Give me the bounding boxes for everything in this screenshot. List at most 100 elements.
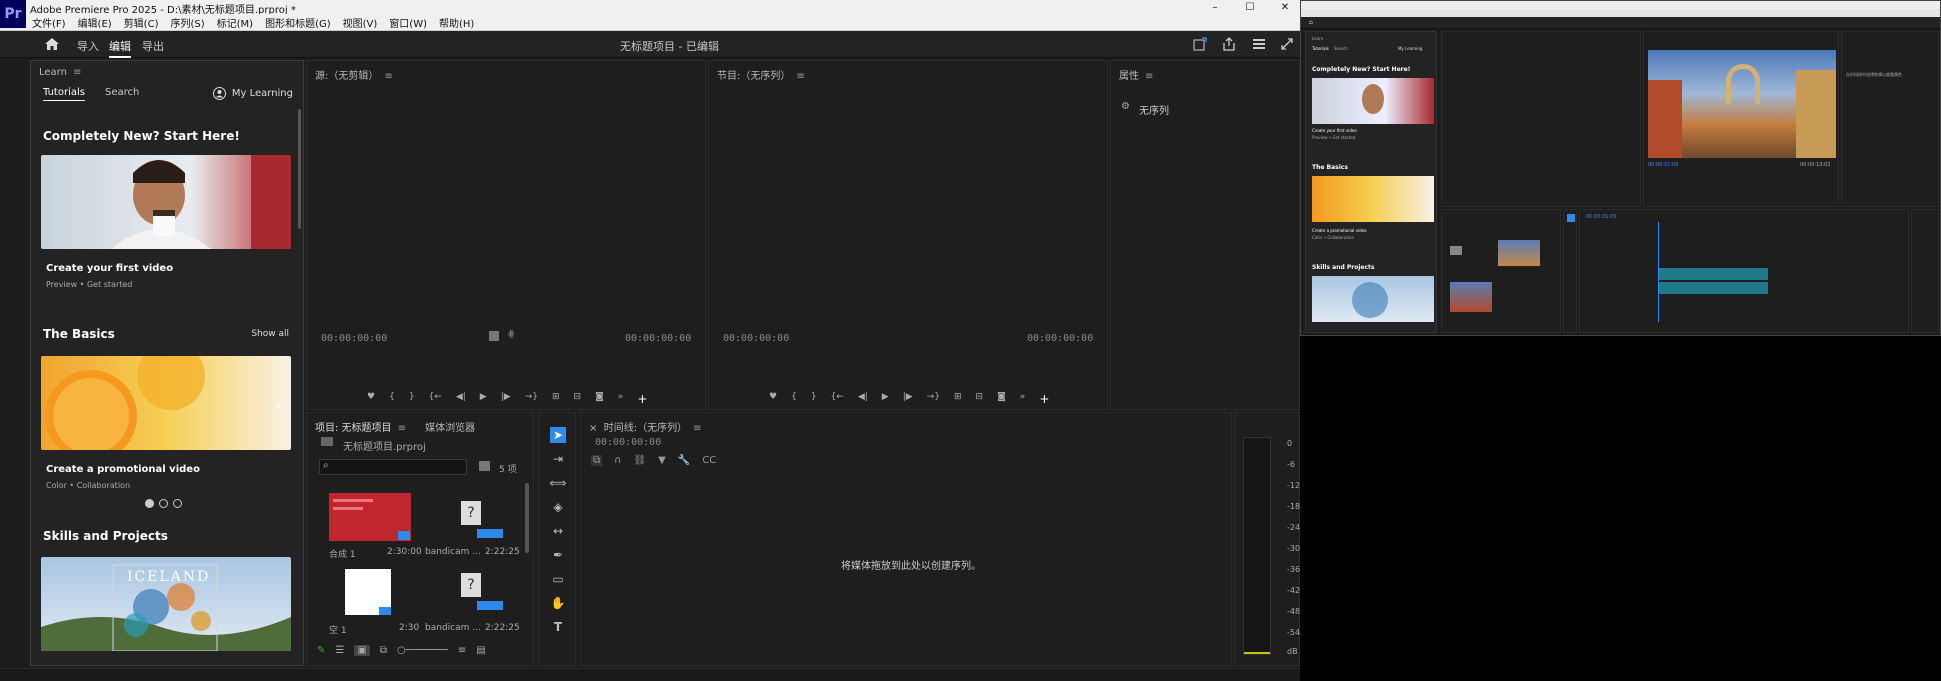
snap-icon[interactable]: ∩	[614, 455, 621, 466]
goto-in-icon[interactable]: {←	[831, 392, 844, 406]
menu-sequence[interactable]: 序列(S)	[170, 15, 204, 30]
card-title[interactable]: Create your first video	[46, 263, 173, 274]
mark-in-icon[interactable]: {	[791, 392, 797, 406]
marker-icon[interactable]: ♥	[367, 392, 375, 406]
more-icon[interactable]: »	[618, 392, 624, 406]
maximize-button[interactable]: ☐	[1235, 0, 1265, 14]
menu-graphics[interactable]: 图形和标题(G)	[265, 15, 331, 30]
my-learning-button[interactable]: My Learning	[212, 87, 293, 100]
mark-in-icon[interactable]: {	[389, 392, 395, 406]
program-timecode[interactable]: 00:00:00:00	[723, 333, 789, 344]
tab-media-browser[interactable]: 媒体浏览器	[425, 423, 475, 434]
goto-out-icon[interactable]: →}	[525, 392, 538, 406]
more-icon[interactable]: »	[1020, 392, 1026, 406]
step-forward-icon[interactable]: |▶	[903, 392, 913, 406]
thumbnail-empty[interactable]	[345, 569, 391, 615]
project-search-input[interactable]: ⌕	[319, 459, 467, 475]
close-button[interactable]: ✕	[1270, 0, 1300, 14]
hand-icon[interactable]: ✋	[550, 595, 566, 611]
fullscreen-icon[interactable]	[1280, 37, 1294, 51]
freeform-view-icon[interactable]: ⧉	[380, 645, 387, 656]
new-bin-icon[interactable]	[479, 461, 490, 471]
zoom-slider[interactable]: ○───────	[397, 645, 448, 656]
carousel-dot[interactable]	[159, 499, 168, 508]
card-image-promo-video[interactable]	[41, 356, 291, 450]
workspace-menu-icon[interactable]	[1252, 37, 1266, 51]
add-marker-icon[interactable]: ▼	[658, 455, 666, 466]
home-icon[interactable]	[44, 37, 60, 51]
wrench-icon[interactable]: 🔧	[678, 455, 690, 466]
chevron-right-icon[interactable]: ›	[275, 395, 281, 414]
ripple-edit-icon[interactable]: ⟺	[549, 475, 566, 491]
step-back-icon[interactable]: ◀|	[858, 392, 868, 406]
share-icon[interactable]	[1222, 37, 1236, 51]
razor-icon[interactable]: ◈	[550, 499, 566, 515]
tab-import[interactable]: 导入	[77, 38, 99, 54]
settings-icon[interactable]: ⋕	[507, 329, 515, 340]
thumbnail-bandicam[interactable]: ?	[433, 493, 515, 541]
tab-edit[interactable]: 编辑	[109, 38, 131, 58]
menu-edit[interactable]: 编辑(E)	[78, 15, 112, 30]
thumbnail-bandicam-2[interactable]: ?	[433, 569, 515, 617]
list-view-icon[interactable]: ☰	[335, 645, 344, 656]
goto-in-icon[interactable]: {←	[429, 392, 442, 406]
fit-dropdown-icon[interactable]	[489, 331, 499, 341]
captions-icon[interactable]: CC	[702, 455, 716, 466]
card-title[interactable]: Create a promotional video	[46, 464, 200, 475]
project-scrollbar[interactable]	[525, 483, 529, 553]
carousel-dot[interactable]	[173, 499, 182, 508]
card-image-first-video[interactable]	[41, 155, 291, 249]
panel-menu-icon[interactable]: ≡	[796, 71, 804, 82]
carousel-dot[interactable]	[145, 499, 154, 508]
tab-search[interactable]: Search	[105, 87, 139, 101]
mark-out-icon[interactable]: }	[409, 392, 415, 406]
linked-selection-icon[interactable]: ⛓	[633, 455, 646, 466]
camera-icon[interactable]: ◙	[595, 392, 604, 406]
selection-tool-icon[interactable]: ➤	[550, 427, 566, 443]
menu-file[interactable]: 文件(F)	[32, 15, 66, 30]
panel-menu-icon[interactable]: ≡	[693, 423, 701, 434]
add-button-icon[interactable]: +	[1039, 392, 1049, 406]
sort-icon[interactable]: ≡	[458, 645, 466, 656]
track-select-icon[interactable]: ⇥	[550, 451, 566, 467]
menu-clip[interactable]: 剪辑(C)	[124, 15, 159, 30]
overwrite-icon[interactable]: ⊟	[574, 392, 582, 406]
type-tool-icon[interactable]: T	[550, 619, 566, 635]
source-timecode[interactable]: 00:00:00:00	[321, 333, 387, 344]
card-image-skills[interactable]: ICELAND	[41, 557, 291, 651]
menu-view[interactable]: 视图(V)	[343, 15, 378, 30]
panel-menu-icon[interactable]: ≡	[73, 67, 81, 78]
menu-window[interactable]: 窗口(W)	[389, 15, 427, 30]
learn-scrollbar[interactable]	[298, 109, 301, 229]
play-icon[interactable]: ▶	[882, 392, 889, 406]
insert-icon[interactable]: ⊞	[552, 392, 560, 406]
show-all-link[interactable]: Show all	[251, 329, 289, 339]
tab-export[interactable]: 导出	[142, 38, 164, 54]
slip-icon[interactable]: ↔	[550, 523, 566, 539]
menu-markers[interactable]: 标记(M)	[217, 15, 253, 30]
new-item-icon[interactable]: ▤	[476, 645, 485, 656]
step-back-icon[interactable]: ◀|	[456, 392, 466, 406]
rectangle-icon[interactable]: ▭	[550, 571, 566, 587]
play-icon[interactable]: ▶	[480, 392, 487, 406]
quick-export-icon[interactable]	[1193, 37, 1207, 51]
goto-out-icon[interactable]: →}	[927, 392, 940, 406]
menu-help[interactable]: 帮助(H)	[439, 15, 474, 30]
extract-icon[interactable]: ⊟	[976, 392, 984, 406]
panel-menu-icon[interactable]: ≡	[1145, 71, 1153, 82]
close-icon[interactable]: ×	[589, 423, 597, 434]
mark-out-icon[interactable]: }	[811, 392, 817, 406]
minimize-button[interactable]: –	[1200, 0, 1230, 14]
timeline-timecode[interactable]: 00:00:00:00	[595, 437, 661, 448]
icon-view-icon[interactable]: ▣	[354, 645, 370, 656]
nest-icon[interactable]: ⧉	[591, 455, 603, 466]
marker-icon[interactable]: ♥	[769, 392, 777, 406]
add-button-icon[interactable]: +	[637, 392, 647, 406]
thumbnail-composite[interactable]	[329, 493, 411, 541]
pencil-icon[interactable]: ✎	[317, 645, 325, 656]
lift-icon[interactable]: ⊞	[954, 392, 962, 406]
tab-tutorials[interactable]: Tutorials	[43, 87, 85, 101]
camera-icon[interactable]: ◙	[997, 392, 1006, 406]
tab-project[interactable]: 项目: 无标题项目	[315, 423, 392, 434]
step-forward-icon[interactable]: |▶	[501, 392, 511, 406]
